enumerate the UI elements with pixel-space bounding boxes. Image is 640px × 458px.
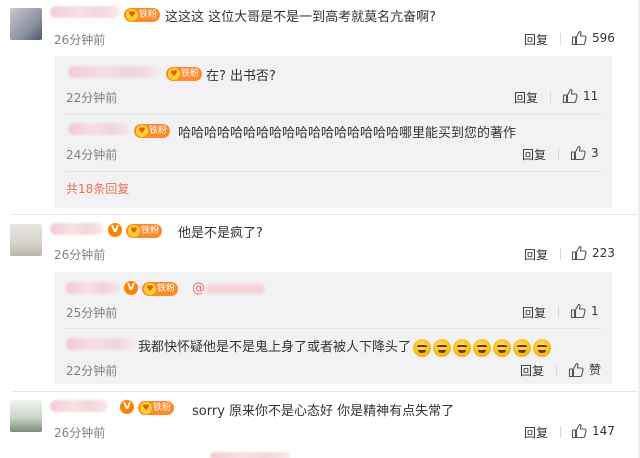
reply-button[interactable]: 回复: [524, 424, 548, 441]
view-more-replies-link[interactable]: 共18条回复: [66, 180, 129, 197]
username-blurred[interactable]: [68, 123, 130, 135]
username-blurred[interactable]: [210, 452, 290, 458]
like-button[interactable]: 1: [570, 303, 599, 319]
divider: [66, 114, 602, 115]
reply-text: 在? 出书否?: [206, 69, 276, 84]
grin-emoji-icon: [513, 338, 532, 357]
thumbs-up-icon: [571, 245, 587, 261]
reply-text: 我都快怀疑他是不是鬼上身了或者被人下降头了: [138, 336, 552, 357]
comment-time: 26分钟前: [54, 426, 106, 440]
like-button[interactable]: 赞: [568, 361, 601, 378]
reply-button[interactable]: 回复: [524, 246, 548, 263]
heart-icon: ♥: [168, 68, 180, 80]
like-button[interactable]: 147: [571, 423, 615, 439]
verified-badge: V: [108, 223, 122, 237]
mention-blurred: [205, 283, 265, 294]
reply-time: 25分钟前: [66, 306, 118, 320]
like-count: 11: [583, 89, 599, 103]
thumbs-up-icon: [571, 423, 587, 439]
grin-emoji-icon: [473, 338, 492, 357]
reply-time: 22分钟前: [66, 91, 118, 105]
thumbs-up-icon: [570, 303, 586, 319]
thumbs-up-icon: [570, 145, 586, 161]
username-blurred[interactable]: [50, 6, 120, 18]
avatar[interactable]: [10, 400, 42, 432]
reply-button[interactable]: 回复: [524, 31, 548, 48]
like-count: 1: [591, 304, 599, 318]
comment-text: 这这这 这位大哥是不是一到高考就莫名亢奋啊?: [165, 10, 437, 25]
username-blurred[interactable]: [50, 400, 108, 412]
fan-badge: ♥ 铁粉: [166, 67, 203, 81]
grin-emoji-icon: [493, 338, 512, 357]
comment-text: 他是不是疯了?: [178, 226, 263, 241]
reply-button[interactable]: 回复: [522, 304, 546, 321]
heart-icon: ♥: [128, 225, 140, 237]
thumbs-up-icon: [571, 30, 587, 46]
separator: [560, 33, 561, 45]
mention[interactable]: @: [192, 281, 265, 296]
like-count: 596: [592, 31, 615, 45]
fan-badge: ♥ 铁粉: [124, 8, 161, 22]
heart-icon: ♥: [136, 125, 148, 137]
verified-badge: V: [124, 281, 138, 295]
separator: [560, 426, 561, 438]
like-button[interactable]: 223: [571, 245, 615, 261]
heart-icon: ♥: [144, 283, 156, 295]
heart-icon: ♥: [126, 9, 138, 21]
grin-emoji-icon: [533, 338, 552, 357]
comment-time: 26分钟前: [54, 33, 106, 47]
username-blurred[interactable]: [68, 66, 160, 78]
verified-badge: V: [120, 400, 134, 414]
reply-text: 哈哈哈哈哈哈哈哈哈哈哈哈哈哈哈哈哈哪里能买到您的著作: [178, 126, 517, 141]
separator: [556, 364, 557, 376]
like-count: 147: [592, 424, 615, 438]
fan-badge: ♥ 铁粉: [142, 282, 179, 296]
thumbs-up-icon: [562, 88, 578, 104]
username-blurred[interactable]: [66, 338, 136, 350]
divider: [66, 171, 602, 172]
separator: [560, 248, 561, 260]
comment-divider: [12, 214, 640, 215]
fan-badge: ♥ 铁粉: [138, 401, 175, 415]
grin-emoji-icon: [433, 338, 452, 357]
username-blurred[interactable]: [66, 282, 120, 294]
like-label: 赞: [589, 363, 602, 377]
heart-icon: ♥: [140, 402, 152, 414]
thumbs-up-icon: [568, 362, 584, 378]
divider: [66, 328, 602, 329]
fan-badge: ♥ 铁粉: [134, 124, 171, 138]
like-button[interactable]: 3: [570, 145, 599, 161]
comment-text: sorry 原来你不是心态好 你是精神有点失常了: [192, 404, 455, 419]
reply-panel: V ♥ 铁粉 @ 25分钟前 回复 1 我都快怀疑他是不是鬼上身了或者被人下降头了…: [54, 272, 612, 384]
avatar[interactable]: [10, 224, 42, 256]
like-count: 3: [591, 146, 599, 160]
reply-button[interactable]: 回复: [522, 146, 546, 163]
reply-button[interactable]: 回复: [520, 362, 544, 379]
separator: [558, 306, 559, 318]
reply-time: 24分钟前: [66, 148, 118, 162]
avatar[interactable]: [10, 8, 42, 40]
username-blurred[interactable]: [50, 223, 104, 235]
like-button[interactable]: 596: [571, 30, 615, 46]
separator: [558, 148, 559, 160]
comment-time: 26分钟前: [54, 248, 106, 262]
grin-emoji-icon: [413, 338, 432, 357]
reply-panel: ♥ 铁粉 在? 出书否? 22分钟前 回复 11 ♥ 铁粉 哈哈哈哈哈哈哈哈哈哈哈哈…: [54, 56, 612, 208]
reply-time: 22分钟前: [66, 364, 118, 378]
grin-emoji-icon: [453, 338, 472, 357]
like-count: 223: [592, 246, 615, 260]
separator: [550, 91, 551, 103]
like-button[interactable]: 11: [562, 88, 598, 104]
fan-badge: ♥ 铁粉: [126, 224, 163, 238]
reply-button[interactable]: 回复: [514, 89, 538, 106]
comment-divider: [12, 391, 640, 392]
